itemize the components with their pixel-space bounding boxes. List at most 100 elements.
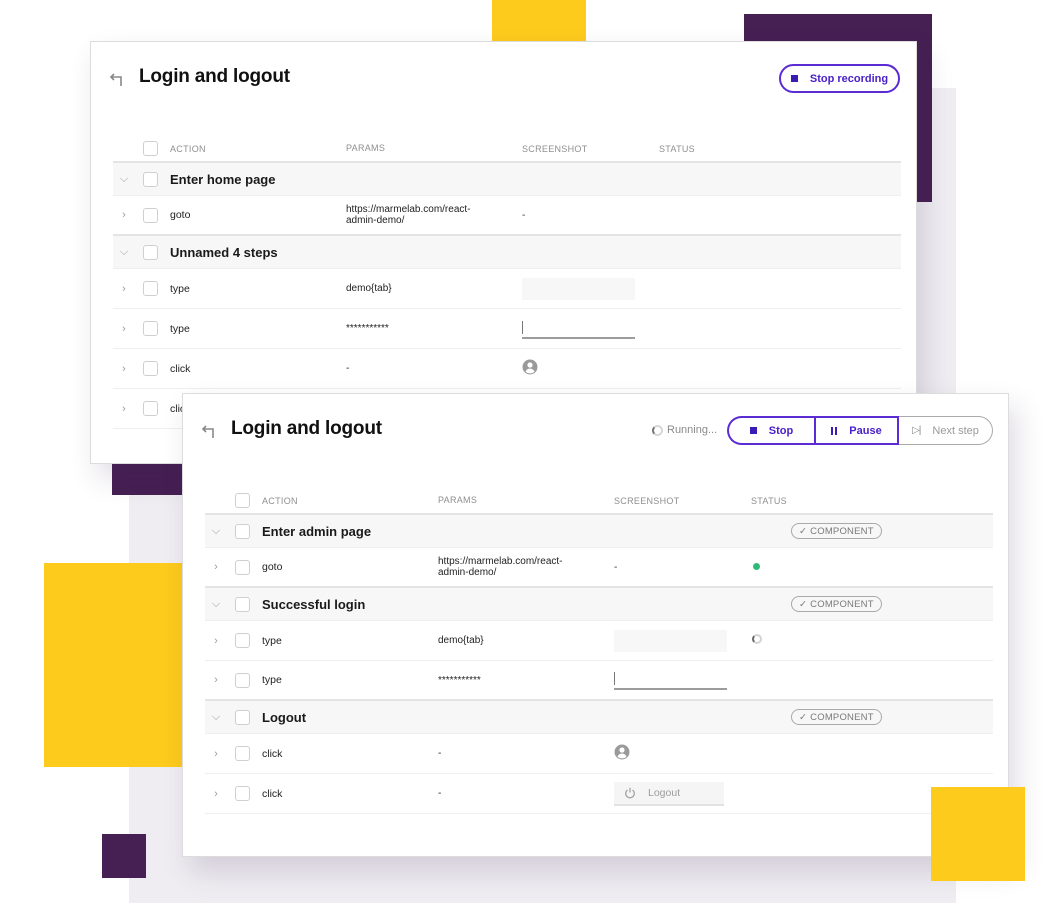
back-arrow-icon[interactable] <box>107 70 125 88</box>
step-action: type <box>170 282 190 295</box>
stop-icon <box>790 75 798 82</box>
table-row[interactable]: › click - <box>205 734 993 774</box>
avatar-icon <box>522 359 538 375</box>
column-header-action: ACTION <box>262 495 298 506</box>
table-row[interactable]: › type *********** <box>113 309 901 349</box>
group-row[interactable]: ⌵ Unnamed 4 steps <box>113 236 901 269</box>
step-action: click <box>262 747 283 760</box>
group-checkbox[interactable] <box>143 171 158 187</box>
chevron-right-icon[interactable]: › <box>205 561 227 573</box>
pause-button[interactable]: Pause <box>814 416 899 445</box>
decorative-yellow-square-bottom <box>931 787 1025 881</box>
chevron-right-icon[interactable]: › <box>205 635 227 647</box>
step-params: demo{tab} <box>346 283 392 294</box>
chevron-right-icon[interactable]: › <box>205 674 227 686</box>
group-checkbox[interactable] <box>235 523 250 539</box>
chevron-right-icon[interactable]: › <box>113 403 135 415</box>
column-header-params: PARAMS <box>438 495 478 505</box>
step-action: goto <box>170 209 191 221</box>
step-action: type <box>170 322 190 335</box>
step-params: - <box>438 748 442 759</box>
step-action: goto <box>262 561 283 573</box>
table-row[interactable]: › click - Logout <box>205 774 993 814</box>
running-status-text: Running... <box>667 424 718 436</box>
step-params: https://marmelab.com/react-admin-demo/ <box>438 556 563 578</box>
row-checkbox[interactable] <box>143 207 158 223</box>
group-row[interactable]: ⌵ Successful login ✓ COMPONENT <box>205 588 993 621</box>
stop-recording-button[interactable]: Stop recording <box>779 64 900 93</box>
row-checkbox[interactable] <box>143 361 158 376</box>
column-header-status: STATUS <box>751 495 787 506</box>
row-checkbox[interactable] <box>143 321 158 336</box>
group-checkbox[interactable] <box>143 244 158 260</box>
chevron-right-icon[interactable]: › <box>205 748 227 760</box>
check-icon: ✓ <box>799 711 808 723</box>
group-checkbox[interactable] <box>235 596 250 612</box>
column-header-screenshot: SCREENSHOT <box>522 143 588 154</box>
component-badge: ✓ COMPONENT <box>791 523 882 539</box>
table-row[interactable]: › type demo{tab} <box>113 269 901 309</box>
step-screenshot: - <box>614 561 618 573</box>
back-arrow-icon[interactable] <box>199 422 217 440</box>
chevron-down-icon[interactable]: ⌵ <box>205 598 227 611</box>
column-header-action: ACTION <box>170 143 206 154</box>
stop-recording-label: Stop recording <box>809 72 889 85</box>
table-row[interactable]: › click - <box>113 349 901 389</box>
row-checkbox[interactable] <box>235 633 250 648</box>
row-checkbox[interactable] <box>235 559 250 575</box>
chevron-right-icon[interactable]: › <box>113 363 135 375</box>
group-name: Enter admin page <box>262 523 372 539</box>
running-status-icon <box>752 634 762 644</box>
playback-controls: Stop Pause ▷| Next step <box>727 416 993 445</box>
chevron-right-icon[interactable]: › <box>113 323 135 335</box>
screenshot-logout-button: Logout <box>614 781 724 806</box>
check-icon: ✓ <box>799 598 808 610</box>
table-row[interactable]: › type demo{tab} <box>205 621 993 661</box>
component-badge: ✓ COMPONENT <box>791 709 882 725</box>
group-name: Logout <box>262 709 307 725</box>
pause-label: Pause <box>849 424 882 437</box>
step-params: - <box>346 363 350 374</box>
group-row[interactable]: ⌵ Enter home page <box>113 163 901 196</box>
skip-next-icon: ▷| <box>912 425 921 436</box>
step-action: type <box>262 674 282 686</box>
step-action: click <box>262 787 283 800</box>
select-all-checkbox[interactable] <box>143 141 158 156</box>
stop-button[interactable]: Stop <box>727 416 814 445</box>
chevron-down-icon[interactable]: ⌵ <box>205 711 227 724</box>
logout-label: Logout <box>648 786 681 799</box>
row-checkbox[interactable] <box>143 281 158 296</box>
power-icon <box>625 787 635 798</box>
chevron-right-icon[interactable]: › <box>113 283 135 295</box>
select-all-checkbox[interactable] <box>235 493 250 508</box>
stop-icon <box>749 427 757 434</box>
chevron-down-icon[interactable]: ⌵ <box>205 525 227 538</box>
page-title: Login and logout <box>139 66 290 87</box>
group-row[interactable]: ⌵ Logout ✓ COMPONENT <box>205 701 993 734</box>
group-row[interactable]: ⌵ Enter admin page ✓ COMPONENT <box>205 515 993 548</box>
chevron-down-icon[interactable]: ⌵ <box>113 246 135 259</box>
column-header-status: STATUS <box>659 143 695 154</box>
row-checkbox[interactable] <box>143 401 158 416</box>
group-checkbox[interactable] <box>235 709 250 725</box>
table-row[interactable]: › type *********** <box>205 661 993 701</box>
next-step-button[interactable]: ▷| Next step <box>899 416 993 445</box>
row-checkbox[interactable] <box>235 786 250 801</box>
step-params: demo{tab} <box>438 635 484 646</box>
success-status-icon <box>753 562 760 570</box>
spinner-icon <box>652 424 663 436</box>
chevron-right-icon[interactable]: › <box>113 209 135 221</box>
steps-table: ACTION PARAMS SCREENSHOT STATUS ⌵ Enter … <box>113 136 901 429</box>
table-header: ACTION PARAMS SCREENSHOT STATUS <box>205 488 993 515</box>
table-row[interactable]: › goto https://marmelab.com/react-admin-… <box>205 548 993 588</box>
chevron-right-icon[interactable]: › <box>205 788 227 800</box>
step-screenshot: - <box>522 209 526 221</box>
row-checkbox[interactable] <box>235 746 250 761</box>
step-action: click <box>170 362 191 375</box>
column-header-params: PARAMS <box>346 143 386 153</box>
running-panel: Login and logout Running... Stop Pause ▷… <box>182 393 1009 857</box>
decorative-purple-square-small <box>102 834 146 878</box>
table-row[interactable]: › goto https://marmelab.com/react-admin-… <box>113 196 901 236</box>
chevron-down-icon[interactable]: ⌵ <box>113 173 135 186</box>
row-checkbox[interactable] <box>235 672 250 688</box>
